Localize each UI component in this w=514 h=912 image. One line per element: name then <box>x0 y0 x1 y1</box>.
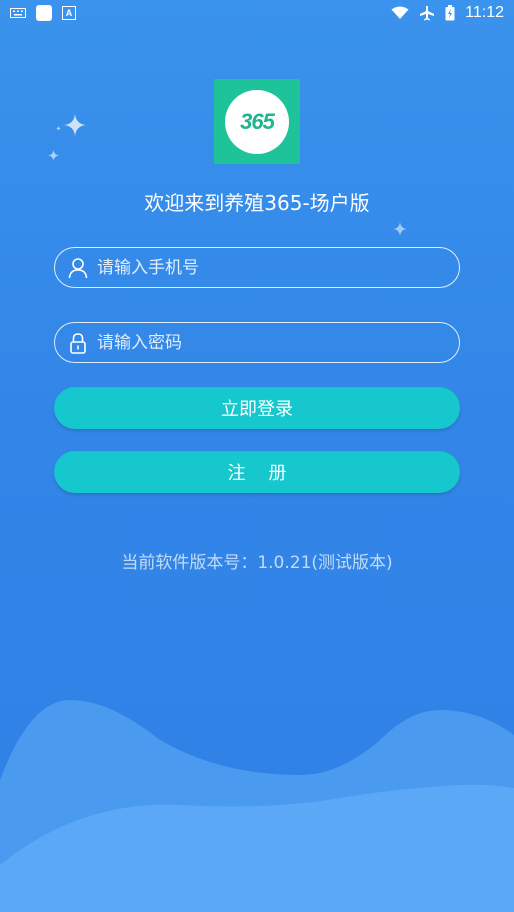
sparkle-icon <box>64 114 86 136</box>
register-button[interactable]: 注 册 <box>54 451 460 493</box>
sparkle-icon <box>393 222 407 236</box>
login-button[interactable]: 立即登录 <box>54 387 460 429</box>
logo-text: 365 <box>240 108 275 134</box>
airplane-icon <box>420 6 435 21</box>
keyboard-icon <box>10 8 26 18</box>
battery-icon <box>445 5 455 21</box>
sparkle-icon <box>48 150 59 161</box>
lock-icon <box>70 332 86 354</box>
clock: 11:12 <box>465 4 504 21</box>
wifi-icon <box>391 6 409 19</box>
logo-badge: 365 <box>225 89 289 154</box>
sparkle-icon <box>56 126 61 131</box>
app-icon <box>36 5 52 21</box>
phone-field[interactable] <box>54 247 460 288</box>
a-icon: A <box>62 6 76 20</box>
app-logo: 365 <box>214 79 300 164</box>
version-text: 当前软件版本号：1.0.21(测试版本) <box>121 553 393 573</box>
password-field[interactable] <box>54 322 460 363</box>
status-bar: A 11:12 <box>0 0 514 26</box>
wave-decoration <box>0 700 514 912</box>
phone-input[interactable] <box>95 256 419 279</box>
welcome-title: 欢迎来到养殖365-场户版 <box>144 191 370 215</box>
password-input[interactable] <box>95 331 419 354</box>
user-icon <box>68 257 88 278</box>
